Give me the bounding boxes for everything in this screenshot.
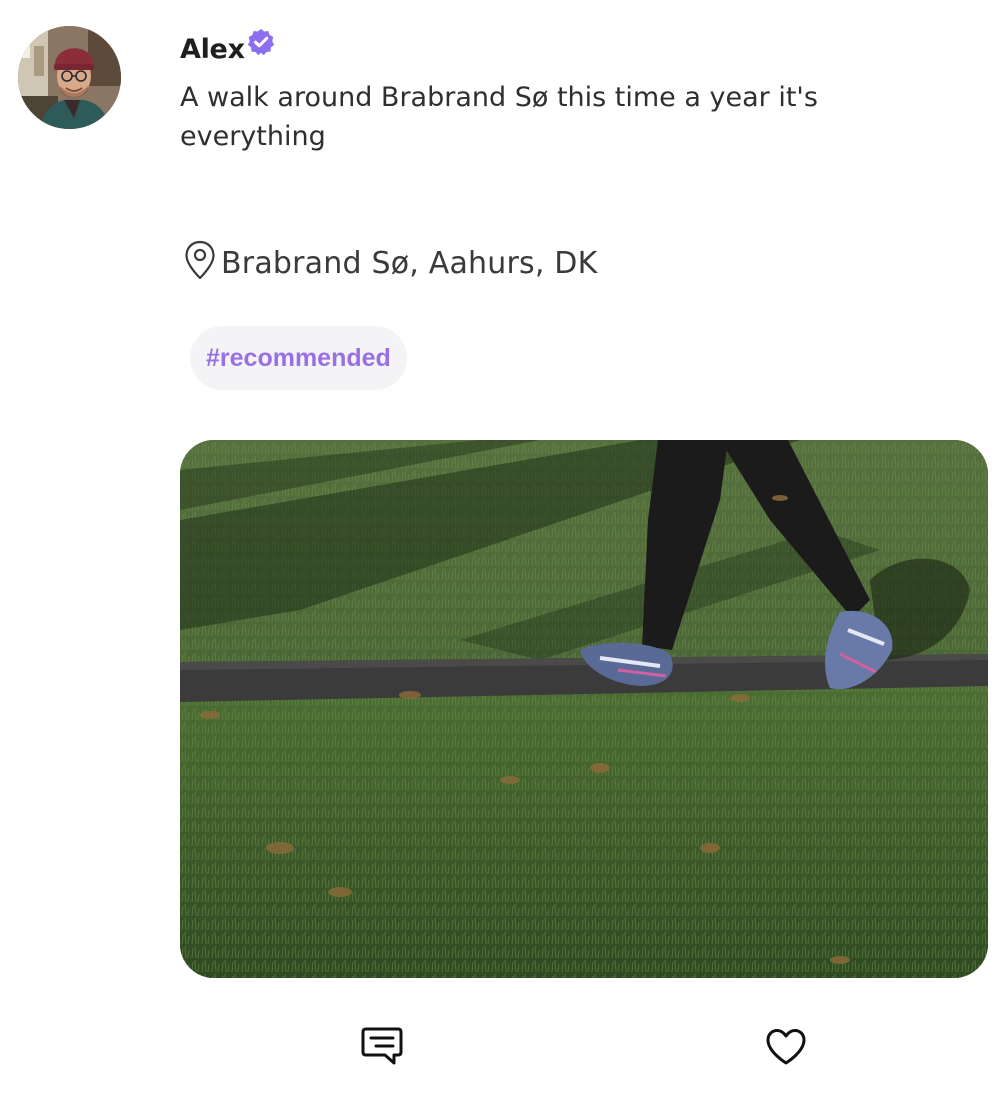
heart-icon [766,1029,806,1065]
tag-chip-recommended[interactable]: #recommended [190,326,407,390]
location-text: Brabrand Sø, Aahurs, DK [221,245,598,281]
post-image[interactable] [180,440,988,978]
post-location[interactable]: Brabrand Sø, Aahurs, DK [183,238,597,288]
verified-badge-icon [247,28,274,56]
avatar[interactable] [18,26,121,129]
post-text: A walk around Brabrand Sø this time a ye… [180,82,818,152]
author-row: Alex [180,28,276,68]
tag-label: #recommended [206,343,391,372]
author-name[interactable]: Alex [180,34,245,65]
location-pin-icon [185,240,215,280]
like-button[interactable] [762,1024,810,1070]
post-photo [180,440,988,978]
avatar-photo [18,26,121,129]
comment-button[interactable] [358,1024,406,1070]
comment-icon [361,1027,403,1065]
